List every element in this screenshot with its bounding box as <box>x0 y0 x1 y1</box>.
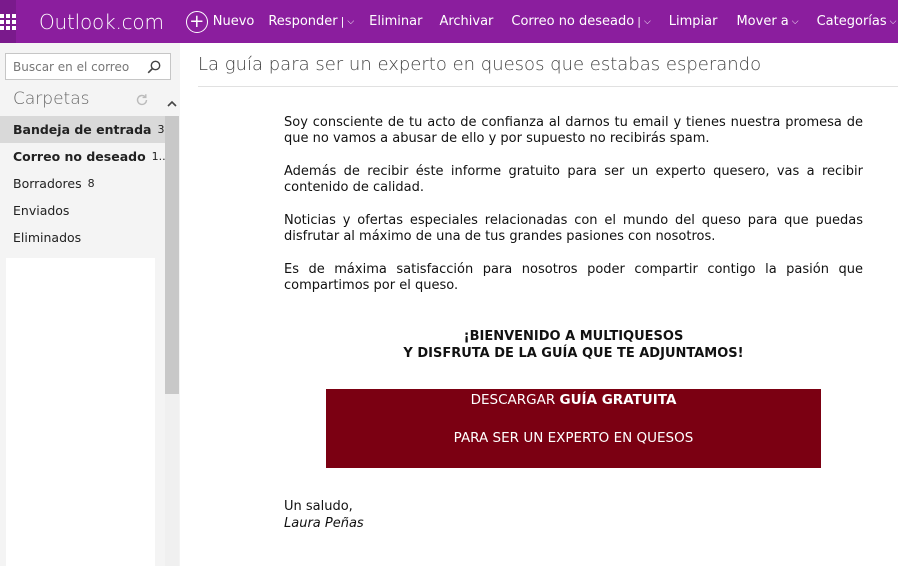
top-bar: Outlook.com + Nuevo Responder | ⌵ Elimin… <box>0 0 898 43</box>
app-launcher-button[interactable] <box>0 0 16 43</box>
welcome-line: ¡BIENVENIDO A MULTIQUESOS <box>463 329 684 344</box>
chevron-down-icon[interactable]: ⌵ <box>644 17 651 27</box>
chevron-down-icon: ⌵ <box>889 16 897 27</box>
divider <box>198 86 898 87</box>
refresh-icon[interactable] <box>135 93 149 107</box>
move-to-button[interactable]: Mover a ⌵ <box>736 0 798 43</box>
unread-count: 8 <box>87 177 95 190</box>
search-input[interactable] <box>6 59 142 74</box>
brand-logo[interactable]: Outlook.com <box>39 10 164 34</box>
folder-label: Borradores <box>13 176 82 191</box>
waffle-icon <box>0 13 16 30</box>
junk-button[interactable]: Correo no deseado | ⌵ <box>511 0 650 43</box>
scrollbar-thumb[interactable] <box>165 116 179 394</box>
folder-sidebar: Carpetas Bandeja de entrada 3 Correo no … <box>0 43 180 566</box>
junk-label: Correo no deseado <box>511 14 635 29</box>
message-subject: La guía para ser un experto en quesos qu… <box>198 54 762 75</box>
folder-label: Eliminados <box>13 230 82 245</box>
reply-label: Responder <box>268 14 338 29</box>
folder-list: Bandeja de entrada 3 Correo no deseado 1… <box>0 116 165 251</box>
folders-title[interactable]: Carpetas <box>13 89 89 109</box>
separator-bar: | <box>637 15 641 28</box>
reply-button[interactable]: Responder | ⌵ <box>268 0 354 43</box>
archive-button[interactable]: Archivar <box>439 0 493 43</box>
search-icon[interactable] <box>142 55 166 79</box>
reading-pane: La guía para ser un experto en quesos qu… <box>180 43 898 566</box>
welcome-heading: ¡BIENVENIDO A MULTIQUESOS Y DISFRUTA DE … <box>284 328 863 362</box>
folder-junk[interactable]: Correo no deseado 1... <box>0 143 165 170</box>
folder-label: Correo no deseado <box>13 149 146 164</box>
move-label: Mover a <box>736 14 789 29</box>
folder-label: Bandeja de entrada <box>13 122 152 137</box>
delete-button[interactable]: Eliminar <box>369 0 422 43</box>
sidebar-panel <box>6 258 155 566</box>
folder-deleted[interactable]: Eliminados <box>0 224 165 251</box>
unread-count: 1... <box>151 150 165 163</box>
signature: Laura Peñas <box>284 516 364 531</box>
unread-count: 3 <box>157 123 165 136</box>
download-line-1: DESCARGAR GUÍA GRATUITA <box>326 392 821 430</box>
download-line-2: PARA SER UN EXPERTO EN QUESOS <box>453 430 694 446</box>
body-paragraph: Noticias y ofertas especiales relacionad… <box>284 213 863 244</box>
greeting: Un saludo, <box>284 499 353 514</box>
folder-sent[interactable]: Enviados <box>0 197 165 224</box>
message-body: Soy consciente de tu acto de confianza a… <box>284 115 863 532</box>
chevron-down-icon: ⌵ <box>791 16 799 27</box>
download-prefix: DESCARGAR <box>470 392 560 408</box>
body-paragraph: Además de recibir éste informe gratuito … <box>284 164 863 195</box>
folder-drafts[interactable]: Borradores 8 <box>0 170 165 197</box>
download-guide-button[interactable]: DESCARGAR GUÍA GRATUITA PARA SER UN EXPE… <box>326 389 821 468</box>
body-paragraph: Es de máxima satisfacción para nosotros … <box>284 262 863 293</box>
scroll-up-chevron-icon[interactable] <box>165 95 179 111</box>
new-label: Nuevo <box>212 14 255 29</box>
welcome-line: Y DISFRUTA DE LA GUÍA QUE TE ADJUNTAMOS! <box>403 346 744 361</box>
categories-button[interactable]: Categorías ⌵ <box>817 0 897 43</box>
separator-bar: | <box>340 15 345 28</box>
folder-inbox[interactable]: Bandeja de entrada 3 <box>0 116 165 143</box>
folder-label: Enviados <box>13 203 70 218</box>
signoff: Un saludo, Laura Peñas <box>284 498 863 532</box>
search-box <box>5 53 171 80</box>
plus-icon: + <box>185 10 208 33</box>
chevron-down-icon[interactable]: ⌵ <box>347 17 354 27</box>
sidebar-scrollbar[interactable] <box>165 116 179 566</box>
new-button[interactable]: + Nuevo <box>185 0 255 43</box>
body-paragraph: Soy consciente de tu acto de confianza a… <box>284 115 863 146</box>
download-bold: GUÍA GRATUITA <box>559 392 677 408</box>
categories-label: Categorías <box>816 14 887 29</box>
sweep-button[interactable]: Limpiar <box>669 0 718 43</box>
